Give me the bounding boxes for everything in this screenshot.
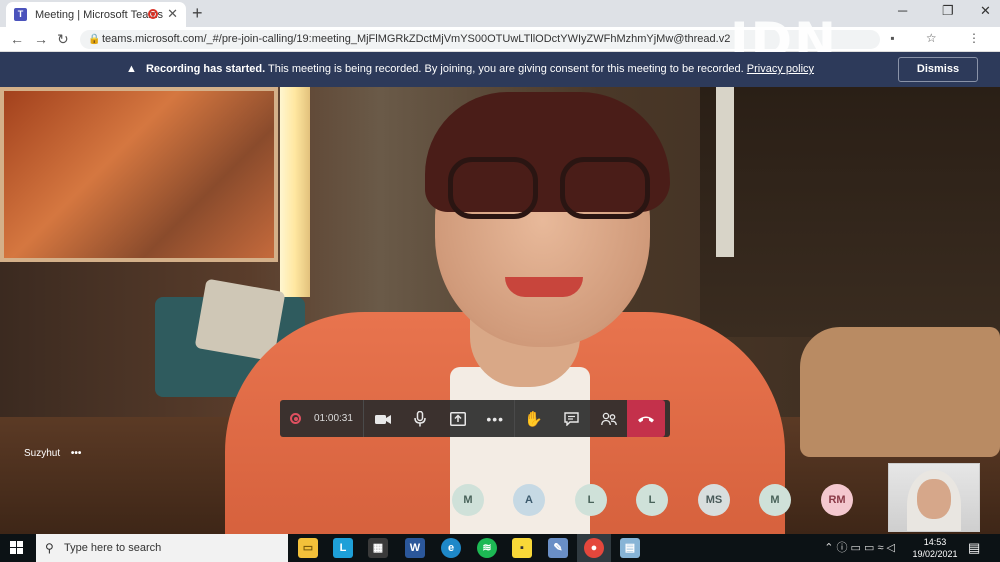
privacy-policy-link[interactable]: Privacy policy xyxy=(747,63,814,75)
back-icon[interactable]: ← xyxy=(10,31,24,47)
banner-message: ▲ Recording has started. This meeting is… xyxy=(126,63,814,75)
background-painting xyxy=(0,87,278,262)
store-icon[interactable]: ▦ xyxy=(368,538,388,558)
camera-button[interactable] xyxy=(364,400,402,437)
microphone-icon xyxy=(414,410,426,426)
tab-title: Meeting | Microsoft Teams xyxy=(35,8,163,21)
l-app-icon[interactable]: L xyxy=(333,538,353,558)
search-icon: ⚲ xyxy=(45,541,54,555)
new-tab-button[interactable]: + xyxy=(192,3,203,24)
edge-icon[interactable]: e xyxy=(441,538,461,558)
share-screen-button[interactable] xyxy=(439,400,477,437)
reload-icon[interactable]: ↻ xyxy=(57,31,69,48)
system-clock[interactable]: 14:53 19/02/2021 xyxy=(912,536,958,560)
self-face xyxy=(917,479,951,519)
participants-icon xyxy=(600,412,617,425)
system-tray-icons[interactable]: ⌃ ⓘ ▭ ▭ ≈ ◁ xyxy=(824,534,895,562)
speaker-name-label: Suzyhut ••• xyxy=(24,448,81,459)
warning-icon: ▲ xyxy=(126,63,137,75)
recording-banner: ▲ Recording has started. This meeting is… xyxy=(0,52,1000,87)
more-icon: ••• xyxy=(486,410,505,427)
main-video xyxy=(0,87,1000,534)
background-lamp xyxy=(280,87,310,297)
participants-button[interactable] xyxy=(590,400,628,437)
chrome-icon[interactable]: ● xyxy=(584,538,604,558)
camera-icon xyxy=(374,414,391,424)
chat-icon xyxy=(563,411,579,426)
notepad-icon[interactable]: ▤ xyxy=(620,538,640,558)
notification-icon[interactable]: ▤ xyxy=(968,540,980,556)
banner-title: Recording has started. xyxy=(145,63,266,75)
participant-avatar[interactable]: L xyxy=(636,484,668,516)
forward-icon[interactable]: → xyxy=(34,31,48,47)
recording-timer: 01:00:31 xyxy=(280,400,364,437)
microphone-button[interactable] xyxy=(401,400,439,437)
speaker-glasses-left xyxy=(448,157,538,219)
teams-icon: T xyxy=(14,8,27,21)
speaker-more-icon[interactable]: ••• xyxy=(71,448,82,459)
browser-tab[interactable]: T Meeting | Microsoft Teams ✕ xyxy=(6,2,186,27)
windows-taskbar: ⚲ Type here to search ▭ L ▦ W e ≋ ▪ ✎ ● … xyxy=(0,534,1000,562)
participant-avatar[interactable]: L xyxy=(575,484,607,516)
clock-time: 14:53 xyxy=(923,537,947,547)
hand-icon: ✋ xyxy=(524,410,544,428)
speaker-glasses-right xyxy=(560,157,650,219)
participant-avatar[interactable]: A xyxy=(513,484,545,516)
participant-avatar[interactable]: M xyxy=(759,484,791,516)
participant-avatar[interactable]: M xyxy=(452,484,484,516)
screen: T Meeting | Microsoft Teams ✕ + ─ ❐ ✕ ← … xyxy=(0,0,1000,562)
sticky-notes-icon[interactable]: ▪ xyxy=(512,538,532,558)
hang-up-icon xyxy=(638,416,655,422)
lock-icon: 🔒 xyxy=(88,34,101,45)
recording-indicator-icon xyxy=(148,9,158,19)
self-video-preview[interactable] xyxy=(888,463,980,532)
close-tab-icon[interactable]: ✕ xyxy=(167,6,178,22)
search-placeholder: Type here to search xyxy=(64,542,162,554)
clock-date: 19/02/2021 xyxy=(912,549,958,559)
windows-start-icon[interactable] xyxy=(10,541,24,555)
banner-text: This meeting is being recorded. By joini… xyxy=(268,63,744,75)
dismiss-button[interactable]: Dismiss xyxy=(898,57,978,82)
url-text: teams.microsoft.com/_#/pre-join-calling/… xyxy=(102,33,731,45)
word-icon[interactable]: W xyxy=(405,538,425,558)
speaker-mouth xyxy=(505,277,583,297)
file-explorer-icon[interactable]: ▭ xyxy=(298,538,318,558)
call-controls-bar: 01:00:31 ••• ✋ xyxy=(280,400,670,437)
taskbar-search-input[interactable]: ⚲ Type here to search xyxy=(36,534,288,562)
participant-avatar[interactable]: RM xyxy=(821,484,853,516)
background-armchair xyxy=(800,327,1000,457)
spotify-icon[interactable]: ≋ xyxy=(477,538,497,558)
speaker-name: Suzyhut xyxy=(24,448,61,459)
chat-button[interactable] xyxy=(552,400,590,437)
call-duration: 01:00:31 xyxy=(314,413,353,424)
participant-avatar[interactable]: MS xyxy=(698,484,730,516)
background-window xyxy=(716,87,734,257)
raise-hand-button[interactable]: ✋ xyxy=(515,400,553,437)
more-actions-button[interactable]: ••• xyxy=(476,400,514,437)
paint-icon[interactable]: ✎ xyxy=(548,538,568,558)
share-screen-icon xyxy=(449,411,466,426)
background-shelf xyxy=(700,87,1000,337)
record-icon xyxy=(290,413,301,424)
hang-up-button[interactable] xyxy=(627,400,666,437)
